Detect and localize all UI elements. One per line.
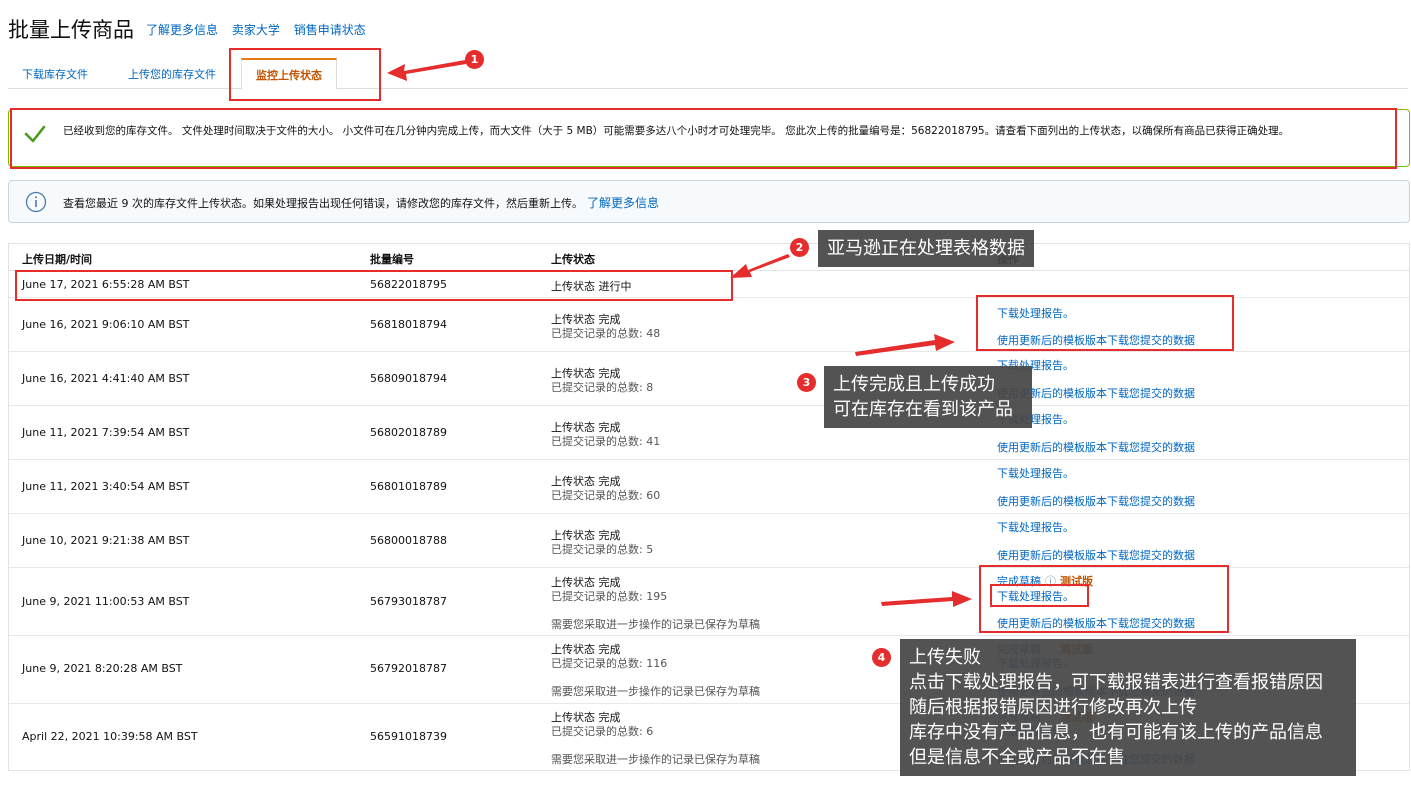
download-template-link[interactable]: 使用更新后的模板版本下载您提交的数据: [997, 439, 1195, 455]
download-template-link[interactable]: 使用更新后的模板版本下载您提交的数据: [997, 332, 1195, 348]
batch-number: 56793018787: [370, 595, 447, 608]
batch-number: 56800018788: [370, 534, 447, 547]
download-template-link[interactable]: 使用更新后的模板版本下载您提交的数据: [997, 547, 1195, 563]
info-learn-more-link[interactable]: 了解更多信息: [587, 196, 659, 210]
success-message: 已经收到您的库存文件。 文件处理时间取决于文件的大小。 小文件可在几分钟内完成上…: [63, 125, 1290, 137]
callout-failure-line: 库存中没有产品信息，也有可能有该上传的产品信息: [909, 722, 1323, 743]
sales-application-link[interactable]: 销售申请状态: [294, 23, 366, 37]
upload-date: June 16, 2021 9:06:10 AM BST: [22, 318, 190, 331]
download-report-link[interactable]: 下载处理报告。: [997, 588, 1074, 604]
download-report-link[interactable]: 下载处理报告。: [997, 519, 1074, 535]
table-row: June 17, 2021 6:55:28 AM BST 56822018795…: [9, 271, 1409, 298]
callout-processing-text: 亚马逊正在处理表格数据: [827, 238, 1025, 259]
record-count: 已提交记录的总数: 60: [551, 489, 661, 502]
checkmark-icon: [23, 122, 47, 150]
download-report-link[interactable]: 下载处理报告。: [997, 305, 1074, 321]
batch-number: 56792018787: [370, 662, 447, 675]
upload-date: June 10, 2021 9:21:38 AM BST: [22, 534, 190, 547]
annotation-badge-1: 1: [465, 50, 484, 69]
record-count: 已提交记录的总数: 116: [551, 657, 668, 670]
record-count: 已提交记录的总数: 41: [551, 435, 661, 448]
callout-failure-line: 点击下载处理报告，可下载报错表进行查看报错原因: [909, 672, 1323, 693]
batch-number: 56591018739: [370, 730, 447, 743]
draft-note: 需要您采取进一步操作的记录已保存为草稿: [551, 618, 760, 631]
upload-date: June 11, 2021 3:40:54 AM BST: [22, 480, 190, 493]
upload-date: June 11, 2021 7:39:54 AM BST: [22, 426, 190, 439]
upload-date: June 9, 2021 8:20:28 AM BST: [22, 662, 183, 675]
header-date: 上传日期/时间: [22, 253, 93, 266]
callout-success-line: 可在库存在看到该产品: [833, 399, 1013, 420]
upload-date: June 9, 2021 11:00:53 AM BST: [22, 595, 190, 608]
table-row: June 11, 2021 7:39:54 AM BST 56802018789…: [9, 406, 1409, 460]
beta-label: 测试版: [1060, 575, 1093, 588]
record-count: 已提交记录的总数: 195: [551, 590, 668, 603]
table-row: June 11, 2021 3:40:54 AM BST 56801018789…: [9, 460, 1409, 514]
table-row: June 9, 2021 11:00:53 AM BST 56793018787…: [9, 568, 1409, 636]
callout-success: 上传完成且上传成功 可在库存在看到该产品: [824, 366, 1032, 428]
record-count: 已提交记录的总数: 6: [551, 725, 654, 738]
callout-success-line: 上传完成且上传成功: [833, 374, 995, 395]
draft-note: 需要您采取进一步操作的记录已保存为草稿: [551, 685, 760, 698]
tab-monitor-upload[interactable]: 监控上传状态: [241, 58, 337, 90]
info-alert: 查看您最近 9 次的库存文件上传状态。如果处理报告出现任何错误，请修改您的库存文…: [8, 180, 1410, 223]
callout-failure: 上传失败 点击下载处理报告，可下载报错表进行查看报错原因 随后根据报错原因进行修…: [900, 639, 1356, 776]
finish-draft-label[interactable]: 完成草稿: [997, 575, 1041, 588]
callout-failure-line: 但是信息不全或产品不在售: [909, 747, 1125, 768]
batch-number: 56802018789: [370, 426, 447, 439]
draft-note: 需要您采取进一步操作的记录已保存为草稿: [551, 753, 760, 766]
info-icon: ⓘ: [1045, 575, 1056, 588]
upload-status: 上传状态 进行中: [551, 280, 632, 293]
table-row: June 10, 2021 9:21:38 AM BST 56800018788…: [9, 514, 1409, 568]
download-template-link[interactable]: 使用更新后的模板版本下载您提交的数据: [997, 493, 1195, 509]
download-report-link[interactable]: 下载处理报告。: [997, 465, 1074, 481]
info-icon: [25, 191, 47, 217]
page-title: 批量上传商品: [8, 18, 134, 42]
seller-university-link[interactable]: 卖家大学: [232, 23, 280, 37]
record-count: 已提交记录的总数: 8: [551, 381, 654, 394]
record-count: 已提交记录的总数: 5: [551, 543, 654, 556]
upload-date: June 17, 2021 6:55:28 AM BST: [22, 278, 190, 291]
callout-processing: 亚马逊正在处理表格数据: [818, 230, 1034, 267]
table-row: June 16, 2021 9:06:10 AM BST 56818018794…: [9, 298, 1409, 352]
info-text: 查看您最近 9 次的库存文件上传状态。如果处理报告出现任何错误，请修改您的库存文…: [63, 197, 583, 210]
header-links: 了解更多信息 卖家大学 销售申请状态: [146, 21, 376, 38]
tab-bar: 下载库存文件 上传您的库存文件 监控上传状态: [8, 58, 1408, 90]
download-template-link[interactable]: 使用更新后的模板版本下载您提交的数据: [997, 615, 1195, 631]
annotation-badge-3: 3: [797, 373, 816, 392]
table-header: 上传日期/时间 批量编号 上传状态 操作: [9, 244, 1409, 271]
batch-number: 56801018789: [370, 480, 447, 493]
tab-download-inventory[interactable]: 下载库存文件: [8, 60, 102, 88]
success-alert: 已经收到您的库存文件。 文件处理时间取决于文件的大小。 小文件可在几分钟内完成上…: [8, 109, 1410, 167]
annotation-badge-4: 4: [872, 648, 891, 667]
record-count: 已提交记录的总数: 48: [551, 327, 661, 340]
finish-draft-link[interactable]: 完成草稿 ⓘ 测试版: [997, 573, 1093, 589]
upload-date: June 16, 2021 4:41:40 AM BST: [22, 372, 190, 385]
table-row: June 16, 2021 4:41:40 AM BST 56809018794…: [9, 352, 1409, 406]
tab-upload-inventory[interactable]: 上传您的库存文件: [114, 60, 230, 88]
callout-failure-line: 随后根据报错原因进行修改再次上传: [909, 697, 1197, 718]
learn-more-link[interactable]: 了解更多信息: [146, 23, 218, 37]
batch-number: 56822018795: [370, 278, 447, 291]
header-status: 上传状态: [551, 253, 595, 266]
batch-number: 56818018794: [370, 318, 447, 331]
header-batch: 批量编号: [370, 253, 414, 266]
callout-failure-line: 上传失败: [909, 647, 981, 668]
info-message: 查看您最近 9 次的库存文件上传状态。如果处理报告出现任何错误，请修改您的库存文…: [63, 194, 659, 211]
batch-number: 56809018794: [370, 372, 447, 385]
annotation-badge-2: 2: [790, 238, 809, 257]
upload-date: April 22, 2021 10:39:58 AM BST: [22, 730, 198, 743]
